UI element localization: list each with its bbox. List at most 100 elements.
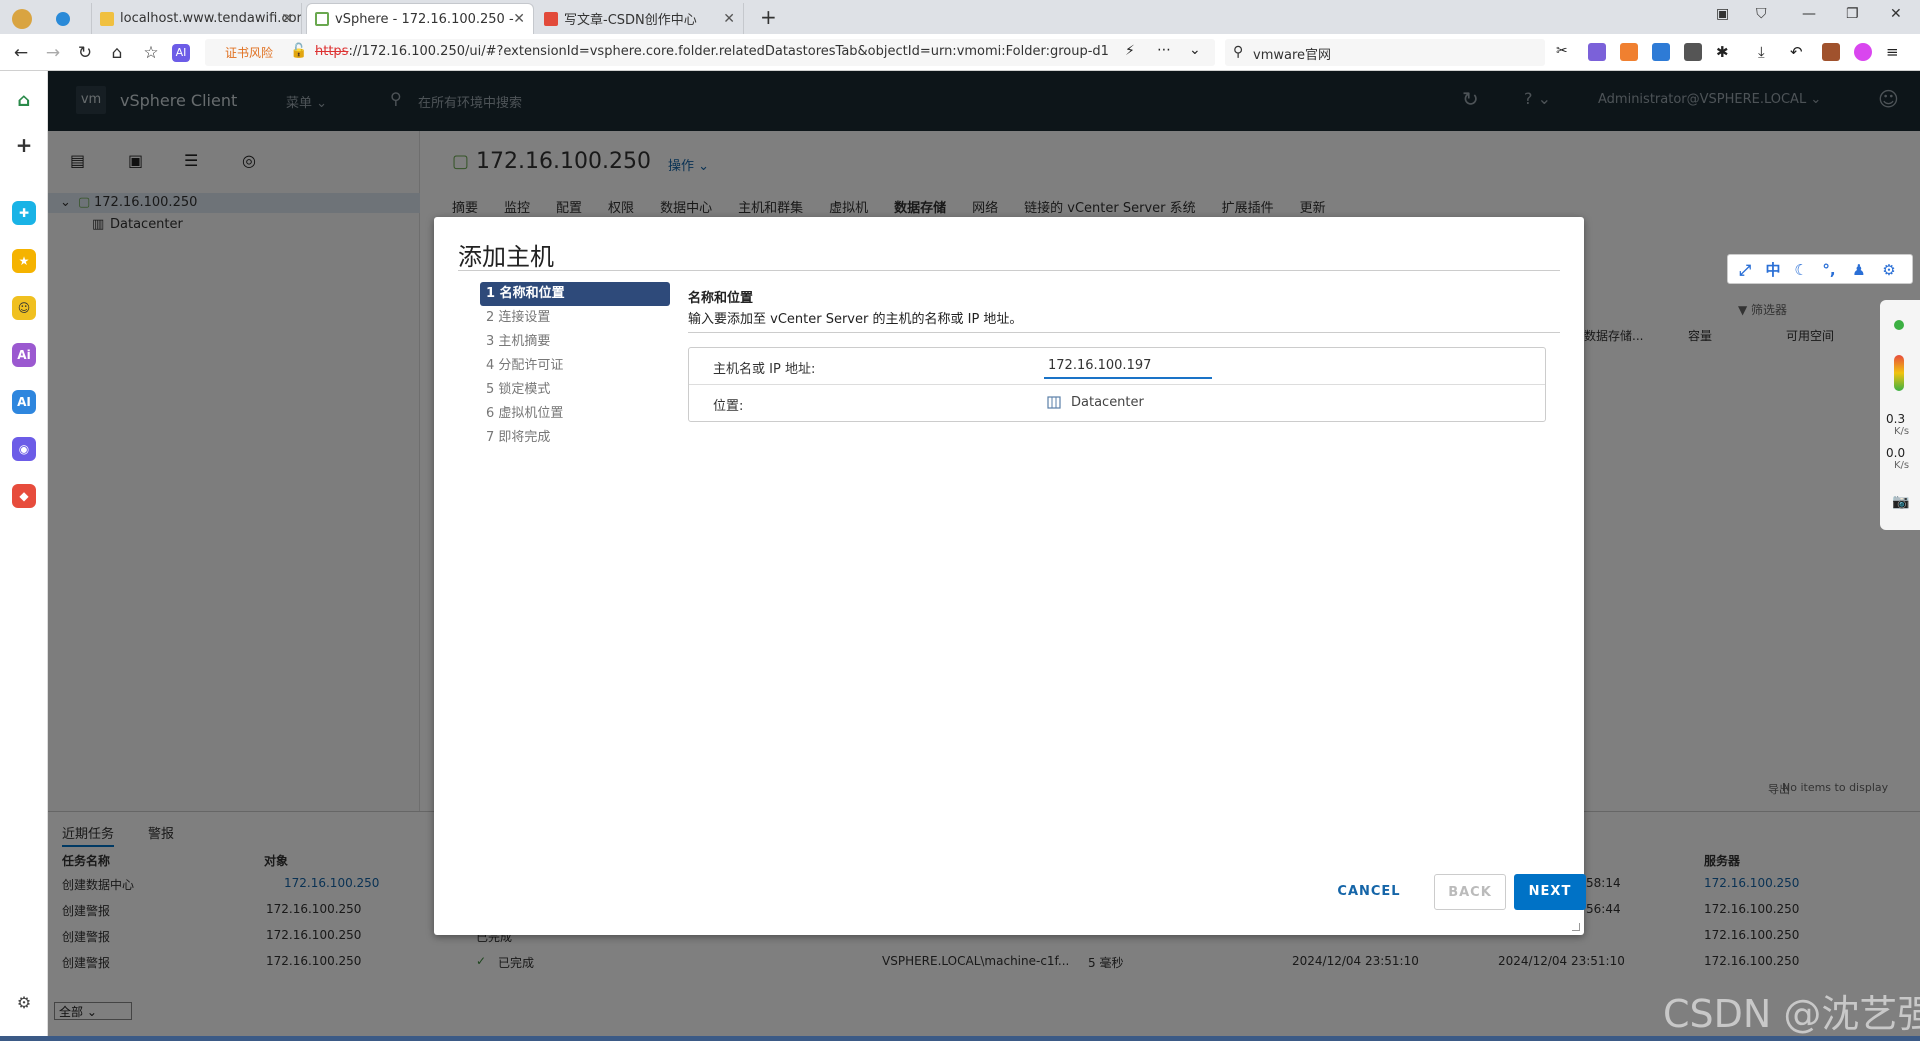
shirt-icon[interactable]: ⛉ bbox=[1756, 6, 1767, 22]
extension-purple-icon[interactable] bbox=[1588, 43, 1606, 61]
tab-vsphere[interactable]: vSphere - 172.16.100.250 - ✕ bbox=[306, 3, 534, 34]
ime-toolbar: ⤢ 中 ☾ °, ♟ ⚙ bbox=[1727, 254, 1913, 284]
insecure-lock-icon[interactable]: 🔓 bbox=[290, 43, 307, 59]
home-icon[interactable]: ⌂ bbox=[12, 89, 36, 113]
next-button[interactable]: NEXT bbox=[1514, 874, 1586, 910]
status-dot-icon bbox=[1894, 320, 1904, 330]
user-icon[interactable]: ♟ bbox=[1848, 259, 1870, 281]
menu-icon[interactable]: ≡ bbox=[1886, 43, 1904, 61]
host-input[interactable] bbox=[1044, 353, 1212, 379]
url-text[interactable]: https://172.16.100.250/ui/#?extensionId=… bbox=[315, 44, 1115, 59]
undo-icon[interactable]: ↶ bbox=[1790, 43, 1808, 61]
resize-handle[interactable] bbox=[1572, 923, 1580, 931]
close-icon[interactable]: ✕ bbox=[723, 11, 735, 27]
download-unit: K/s bbox=[1894, 460, 1910, 471]
location-value[interactable]: Datacenter bbox=[1071, 395, 1144, 410]
step-ready-to-complete: 7 即将完成 bbox=[486, 430, 551, 445]
memory-bar-icon bbox=[1894, 355, 1904, 391]
form-row-host: 主机名或 IP 地址: bbox=[689, 348, 1545, 385]
os-taskbar bbox=[0, 1036, 1920, 1041]
bot-icon[interactable]: ◉ bbox=[12, 437, 36, 461]
back-icon[interactable]: ← bbox=[10, 42, 32, 64]
ai-icon[interactable]: AI bbox=[172, 44, 190, 62]
gear-icon[interactable]: ⚙ bbox=[12, 991, 36, 1015]
key-icon bbox=[100, 11, 114, 26]
close-icon[interactable]: ✕ bbox=[513, 11, 525, 27]
browser-sidebar: ⌂ + ✚ ★ ☺ Ai AI ◉ ◆ ⚙ bbox=[0, 71, 48, 1036]
robot-icon[interactable]: ☺ bbox=[12, 296, 36, 320]
gamepad-icon[interactable]: ◆ bbox=[12, 484, 36, 508]
address-toolbar: ← → ↻ ⌂ ☆ AI 证书风险 🔓 https://172.16.100.2… bbox=[0, 34, 1920, 71]
forward-icon[interactable]: → bbox=[42, 42, 64, 64]
datacenter-icon bbox=[1047, 396, 1061, 409]
punctuation-icon[interactable]: °, bbox=[1818, 259, 1840, 281]
upload-speed: 0.3 bbox=[1886, 412, 1906, 426]
new-tab-button[interactable]: + bbox=[760, 5, 777, 29]
tab-label: localhost.www.tendawifi.cor bbox=[120, 11, 302, 26]
tab-label: 写文章-CSDN创作中心 bbox=[564, 13, 697, 28]
divider bbox=[458, 270, 1560, 271]
step-lockdown-mode: 5 锁定模式 bbox=[486, 382, 551, 397]
download-speed: 0.0 bbox=[1886, 446, 1906, 460]
tab-csdn[interactable]: 写文章-CSDN创作中心 ✕ bbox=[536, 3, 744, 34]
step-name-location[interactable]: 1 名称和位置 bbox=[480, 282, 670, 306]
location-label: 位置: bbox=[713, 399, 744, 414]
tab-label: vSphere - 172.16.100.250 - bbox=[335, 11, 514, 27]
extension-blue-icon[interactable] bbox=[1652, 43, 1670, 61]
step-vm-location: 6 虚拟机位置 bbox=[486, 406, 564, 421]
dialog-title: 添加主机 bbox=[458, 243, 554, 271]
avatar-icon bbox=[12, 8, 32, 29]
download-icon[interactable]: ⤓ bbox=[1758, 43, 1776, 61]
ai-blue-icon[interactable]: AI bbox=[12, 390, 36, 414]
restore-icon[interactable]: ❐ bbox=[1846, 6, 1859, 22]
tab-count-icon[interactable]: ▣ bbox=[1716, 6, 1729, 22]
network-speed-widget: 0.3 K/s 0.0 K/s 📷 bbox=[1880, 300, 1920, 530]
telegram-icon bbox=[56, 11, 70, 26]
ime-language[interactable]: 中 bbox=[1762, 259, 1784, 281]
extension-orange-icon[interactable] bbox=[1620, 43, 1638, 61]
reload-icon[interactable]: ↻ bbox=[74, 42, 96, 64]
certificate-risk-label[interactable]: 证书风险 bbox=[225, 44, 273, 61]
form-row-location: 位置: Datacenter bbox=[689, 385, 1545, 422]
tab-pinned[interactable] bbox=[48, 3, 92, 34]
camera-icon[interactable]: 📷 bbox=[1892, 494, 1909, 510]
briefcase-icon[interactable] bbox=[1822, 43, 1840, 61]
add-icon[interactable]: + bbox=[12, 133, 36, 157]
extension-screen-icon[interactable] bbox=[1684, 43, 1702, 61]
home-icon[interactable]: ⌂ bbox=[106, 42, 128, 64]
host-form: 主机名或 IP 地址: 位置: Datacenter bbox=[688, 347, 1546, 422]
tab-tendawifi[interactable]: localhost.www.tendawifi.cor ✕ bbox=[92, 3, 302, 34]
star-app-icon[interactable]: ★ bbox=[12, 249, 36, 273]
browser-tab-bar: localhost.www.tendawifi.cor ✕ vSphere - … bbox=[0, 0, 1920, 34]
tab-profile[interactable] bbox=[4, 3, 44, 34]
app-cyan-icon[interactable]: ✚ bbox=[12, 201, 36, 225]
close-window-icon[interactable]: ✕ bbox=[1890, 6, 1902, 22]
minimize-icon[interactable]: — bbox=[1802, 6, 1816, 22]
step-connection-settings: 2 连接设置 bbox=[486, 310, 551, 325]
moon-icon[interactable]: ☾ bbox=[1790, 259, 1812, 281]
ime-switch-icon[interactable]: ⤢ bbox=[1734, 259, 1756, 281]
watermark: CSDN @沈艺强 bbox=[1663, 992, 1920, 1036]
search-text: vmware官网 bbox=[1253, 48, 1332, 63]
url-bar[interactable]: 证书风险 🔓 https://172.16.100.250/ui/#?exten… bbox=[205, 39, 1215, 66]
gear-icon[interactable]: ⚙ bbox=[1878, 259, 1900, 281]
search-icon: ⚲ bbox=[1233, 44, 1244, 60]
scissors-icon[interactable]: ✂ bbox=[1556, 43, 1574, 61]
pane-title: 名称和位置 bbox=[688, 291, 754, 306]
ai-app-icon[interactable]: Ai bbox=[12, 343, 36, 367]
lightning-icon[interactable]: ⚡ bbox=[1125, 43, 1135, 59]
close-icon[interactable]: ✕ bbox=[281, 11, 293, 27]
search-box[interactable]: ⚲ vmware官网 bbox=[1225, 39, 1545, 66]
more-icon[interactable]: ⋯ bbox=[1157, 42, 1171, 58]
puzzle-icon[interactable]: ✱ bbox=[1716, 43, 1734, 61]
back-button[interactable]: BACK bbox=[1434, 874, 1506, 910]
host-label: 主机名或 IP 地址: bbox=[713, 362, 816, 377]
step-host-summary: 3 主机摘要 bbox=[486, 334, 551, 349]
add-host-dialog: 添加主机 1 名称和位置 2 连接设置 3 主机摘要 4 分配许可证 5 锁定模… bbox=[434, 217, 1586, 935]
csdn-icon bbox=[544, 11, 558, 26]
divider bbox=[688, 332, 1560, 333]
cancel-button[interactable]: CANCEL bbox=[1314, 874, 1424, 910]
chevron-down-icon[interactable]: ⌄ bbox=[1189, 42, 1201, 58]
bookmark-star-icon[interactable]: ☆ bbox=[140, 42, 162, 64]
color-ring-icon[interactable] bbox=[1854, 43, 1872, 61]
